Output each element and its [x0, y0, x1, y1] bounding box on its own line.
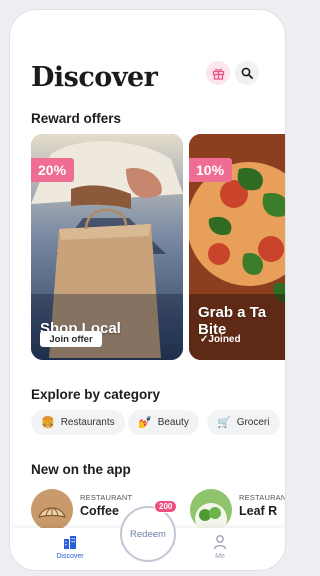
burger-icon: 🍔	[41, 417, 55, 429]
place-name[interactable]: Coffee	[80, 504, 119, 518]
user-icon	[213, 535, 227, 550]
reward-offers-title: Reward offers	[31, 111, 122, 126]
discount-badge: 20%	[31, 158, 75, 182]
redeem-label: Redeem	[130, 528, 166, 540]
category-chip-groceries[interactable]: 🛒 Groceri	[207, 410, 280, 435]
discount-badge: 10%	[189, 158, 233, 182]
search-button[interactable]	[235, 61, 259, 85]
category-chip-beauty[interactable]: 💅 Beauty	[128, 410, 199, 435]
app-screen: Discover Reward offers 20% Shop Local Jo…	[10, 10, 285, 570]
place-name[interactable]: Leaf R	[239, 504, 277, 518]
offer-card-shop-local[interactable]: 20% Shop Local Join offer	[31, 134, 183, 360]
tab-me[interactable]: Me	[200, 534, 240, 560]
page-title: Discover	[31, 62, 158, 93]
offer-name-line1: Grab a Ta	[198, 304, 267, 321]
place-category: RESTAURANT	[80, 493, 133, 502]
offer-card-grab-a-bite[interactable]: 10% Grab a Ta Bite ✓Joined	[189, 134, 285, 360]
beauty-icon: 💅	[138, 417, 152, 429]
buildings-icon	[64, 536, 76, 549]
join-offer-button[interactable]: Join offer	[40, 331, 102, 347]
gift-button[interactable]	[206, 61, 230, 85]
new-on-app-title: New on the app	[31, 462, 131, 477]
joined-status: ✓Joined	[200, 334, 241, 345]
tab-discover[interactable]: Discover	[50, 534, 90, 560]
cart-icon: 🛒	[217, 417, 231, 429]
redeem-button[interactable]: Redeem	[120, 506, 176, 562]
explore-category-title: Explore by category	[31, 387, 161, 402]
search-icon	[241, 67, 253, 79]
points-badge: 200	[154, 500, 178, 513]
place-category: RESTAURANT	[239, 493, 285, 502]
gift-icon	[212, 68, 224, 80]
leaf-thumbnail[interactable]	[190, 489, 232, 531]
coffee-thumbnail[interactable]	[31, 489, 73, 531]
category-chip-restaurants[interactable]: 🍔 Restaurants	[31, 410, 125, 435]
salad-image	[195, 503, 227, 531]
croissant-image	[38, 507, 66, 518]
